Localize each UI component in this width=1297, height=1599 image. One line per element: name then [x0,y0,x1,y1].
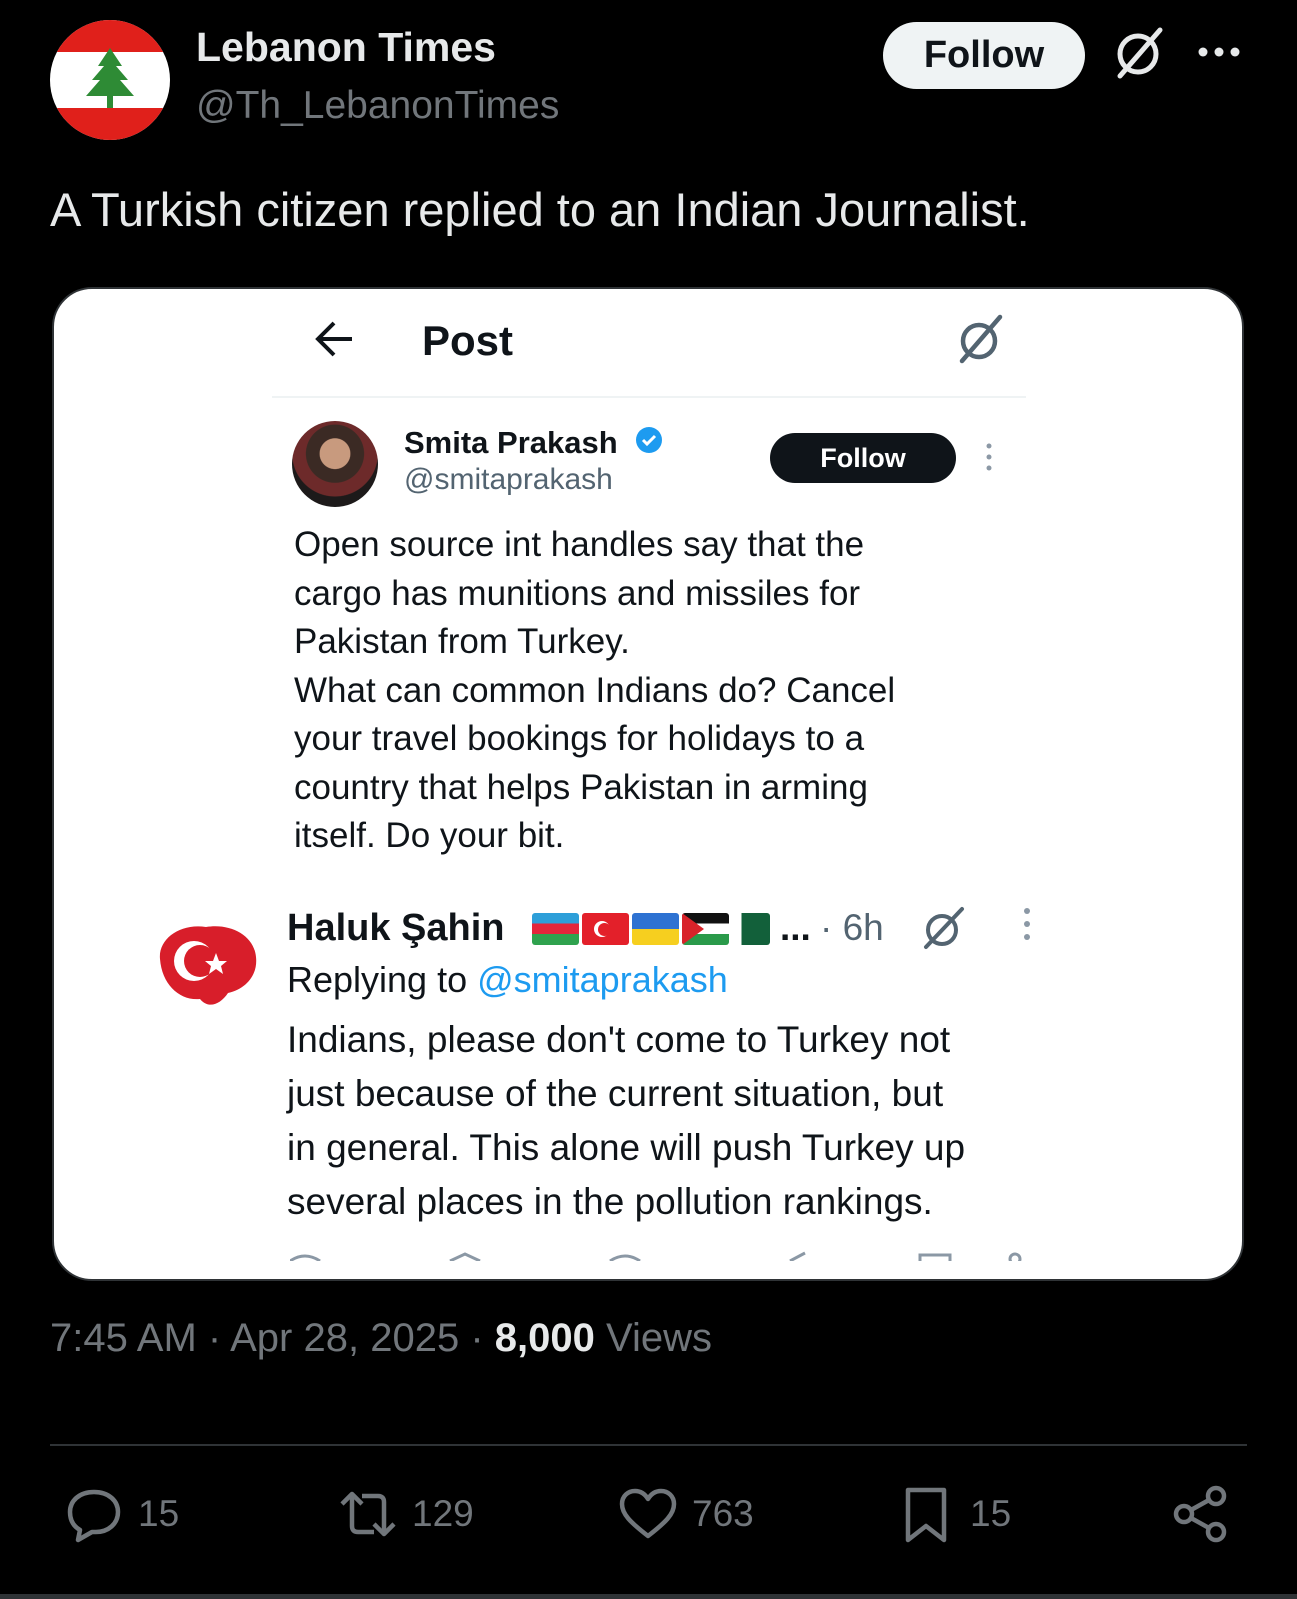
views-count[interactable]: 8,000 [495,1316,595,1360]
turkey-flag-icon [582,913,629,945]
bookmark-icon [905,1487,947,1543]
original-author-handle: @smitaprakash [404,463,613,496]
grok-icon [959,314,1003,364]
text-line: just because of the current situation, b… [287,1073,944,1114]
share-button[interactable] [1170,1484,1230,1544]
text-line: What can common Indians do? Cancel [294,670,896,710]
repost-icon [340,1491,396,1537]
avatar [292,421,378,507]
reply-button[interactable]: 15 [64,1484,179,1544]
grok-icon [924,907,964,949]
reply-author-name: Haluk Şahin [287,907,505,949]
embedded-screenshot[interactable]: Post Smita Prakash @smitaprakash Follow … [52,287,1244,1281]
tweet-text: A Turkish citizen replied to an Indian J… [50,183,1030,236]
divider [0,1594,1297,1599]
follow-button: Follow [770,433,956,483]
views-label[interactable]: Views [606,1316,712,1360]
reply-time: · 6h [820,907,884,948]
text-line: cargo has munitions and missiles for [294,573,861,613]
like-count: 763 [692,1493,754,1534]
separator: · [470,1316,484,1360]
account-display-name[interactable]: Lebanon Times [196,24,496,71]
follow-button[interactable]: Follow [883,22,1085,89]
bookmark-count: 15 [970,1493,1012,1534]
text-line: your travel bookings for holidays to a [294,719,865,758]
divider [50,1444,1247,1446]
original-post-text: Open source int handles say that the car… [294,521,994,861]
heart-icon [619,1488,677,1539]
reply-icon [67,1489,121,1543]
original-author-name: Smita Prakash [404,425,618,460]
text-line: in general. This alone will push Turkey … [287,1127,966,1168]
verified-badge-icon [636,427,662,453]
azerbaijan-flag-icon [532,913,579,945]
pakistan-flag-icon [732,913,770,945]
more-icon [986,443,992,471]
separator: · [207,1316,222,1360]
reply-text: Indians, please don't come to Turkey not… [287,1013,1047,1229]
text-line: country that helps Pakistan in arming [294,767,868,807]
tweet-meta: 7:45 AM · Apr 28, 2025 · 8,000 Views [50,1316,712,1361]
tweet-date[interactable]: Apr 28, 2025 [230,1316,459,1360]
page-title: Post [422,317,514,364]
replying-to: Replying to @smitaprakash [287,959,728,1001]
back-arrow-icon [315,321,352,357]
divider [272,396,1026,398]
account-handle[interactable]: @Th_LebanonTimes [196,84,559,128]
like-button[interactable]: 763 [618,1484,754,1544]
grok-icon[interactable] [1112,26,1166,80]
text-line: Indians, please don't come to Turkey not [287,1019,951,1060]
avatar [159,926,257,1005]
name-ellipsis: ... [780,907,811,948]
bookmark-button[interactable]: 15 [896,1484,1011,1544]
repost-count: 129 [412,1493,474,1534]
cropped-action-icons [290,1251,1022,1261]
replying-to-label: Replying to [287,959,468,1000]
flag-emojis [532,913,770,945]
tweet-time[interactable]: 7:45 AM [50,1316,197,1360]
text-line: Pakistan from Turkey. [294,622,630,661]
share-icon [1173,1485,1227,1543]
ukraine-flag-icon [632,913,679,945]
more-icon [1024,908,1030,940]
text-line: several places in the pollution rankings… [287,1181,933,1222]
more-icon[interactable] [1195,36,1243,68]
reply-count: 15 [138,1493,180,1534]
text-line: Open source int handles say that the [294,525,865,564]
account-avatar[interactable] [50,20,170,140]
palestine-flag-icon [682,913,729,945]
text-line: itself. Do your bit. [294,816,565,855]
replying-to-mention: @smitaprakash [477,959,728,1000]
cedar-icon [86,48,134,108]
repost-button[interactable]: 129 [338,1484,474,1544]
